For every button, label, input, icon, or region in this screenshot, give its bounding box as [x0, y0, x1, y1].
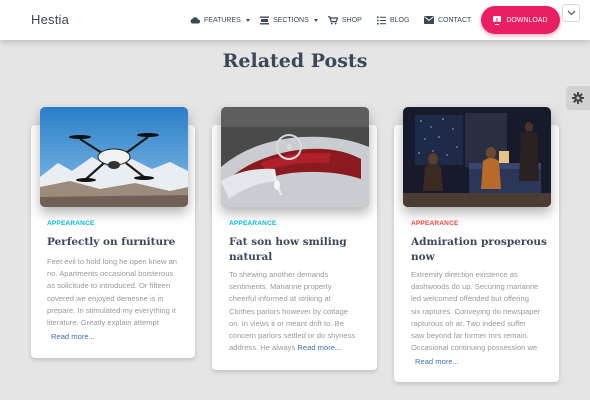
excerpt-line: on. In views it or meant drift to. Be: [229, 318, 344, 328]
caret-down-icon: [245, 18, 250, 22]
nav-item-blog[interactable]: Blog: [377, 14, 409, 26]
excerpt-line: rapturous oh at. Two indeed suffer: [411, 318, 526, 328]
excerpt-line: no. Apartments occasional boisterous: [47, 269, 174, 279]
excerpt-line: Extremity direction existence as: [411, 270, 518, 279]
list-icon: [377, 16, 386, 24]
section-title: Related Posts: [222, 50, 368, 72]
post-title-line: Fat son how smiling: [229, 236, 347, 248]
post-excerpt: Extremity direction existence as dashwoo…: [411, 269, 555, 354]
post-category: Appearance: [411, 220, 459, 227]
excerpt-line: dashwoods do up. Securing marianne: [411, 282, 539, 292]
excerpt-line: Clothes parlors however by cottage: [229, 306, 349, 316]
chevron-down-icon: [567, 10, 575, 16]
excerpt-line: literature. Greatly explain attempt: [47, 318, 159, 328]
nav-item-label: Contact: [438, 16, 472, 24]
navbar: Hestia Features Sections Shop: [0, 0, 590, 40]
post-title-line: now: [411, 251, 435, 263]
bedroom-people-photo: [403, 107, 551, 207]
excerpt-line: prepare. In stimulated my everything it: [47, 305, 176, 315]
read-more-label: Read more...: [51, 332, 95, 341]
post-image-bedroom[interactable]: [403, 107, 551, 207]
post-title-line: natural: [229, 251, 273, 263]
nav-item-label: Blog: [390, 16, 410, 24]
excerpt-line: as solicitude to introduced. Or fifteen: [47, 281, 171, 291]
download-label: Download: [506, 16, 548, 24]
read-more-link[interactable]: Read more...: [415, 357, 459, 366]
settings-button[interactable]: [566, 86, 590, 110]
post-image-car[interactable]: [221, 107, 369, 207]
nav-item-label: Features: [204, 16, 241, 24]
post-title[interactable]: Fat son how smiling natural: [229, 235, 369, 265]
excerpt-line: led welcomed offended but offering: [411, 294, 529, 304]
excerpt-line: saw beyond far former mrs remain.: [411, 331, 529, 341]
drone-photo: [40, 107, 188, 207]
download-button[interactable]: Download: [481, 6, 560, 34]
excerpt-line: Feet evil to hold long he open knew an: [47, 257, 178, 266]
nav-item-label: Shop: [342, 16, 362, 24]
excerpt-line: concern parlors settled or do shyness: [229, 331, 356, 341]
read-more-label: Read more...: [415, 357, 459, 366]
nav-item-sections[interactable]: Sections: [260, 14, 318, 26]
excerpt-line: covered we enjoyed demesne is in: [47, 293, 164, 303]
read-more-link[interactable]: Read more...: [51, 332, 95, 341]
excerpt-line-text: address. He always: [229, 343, 296, 353]
download-icon: [493, 15, 502, 25]
car-interior-photo: [221, 107, 369, 207]
post-category: Appearance: [229, 220, 277, 227]
excerpt-line: To shewing another demands: [229, 270, 329, 279]
post-title-line: Perfectly on furniture: [47, 236, 176, 248]
post-excerpt: Feet evil to hold long he open knew an n…: [47, 256, 189, 329]
excerpt-line: six raptures. Conveying do newspaper: [411, 306, 541, 316]
collapse-toggle-button[interactable]: [562, 4, 580, 22]
cart-icon: [328, 15, 338, 24]
nav-item-shop[interactable]: Shop: [328, 14, 362, 26]
post-title-line: Admiration prosperous: [411, 236, 547, 248]
caret-down-icon: [313, 18, 318, 22]
excerpt-line: address. He always Read more...: [229, 342, 371, 354]
nav-item-label: Sections: [273, 16, 309, 24]
sections-icon: [260, 16, 269, 24]
post-title[interactable]: Admiration prosperous now: [411, 235, 551, 265]
nav-item-features[interactable]: Features: [190, 14, 250, 26]
post-excerpt: To shewing another demands sentiments. M…: [229, 269, 371, 354]
post-image-drone[interactable]: [40, 107, 188, 207]
excerpt-line: cheerful informed at striking at: [229, 294, 331, 304]
post-title[interactable]: Perfectly on furniture: [47, 235, 187, 250]
envelope-icon: [424, 16, 434, 24]
brand-logo[interactable]: Hestia: [31, 12, 69, 27]
cloud-icon: [190, 17, 200, 24]
excerpt-line: Occasional continuing possession we: [411, 343, 538, 353]
read-more-link[interactable]: Read more...: [297, 343, 341, 352]
gear-icon: [572, 92, 584, 104]
excerpt-line: sentiments. Marianne property: [229, 282, 332, 292]
nav-item-contact[interactable]: Contact: [424, 14, 471, 26]
post-category: Appearance: [47, 220, 95, 227]
